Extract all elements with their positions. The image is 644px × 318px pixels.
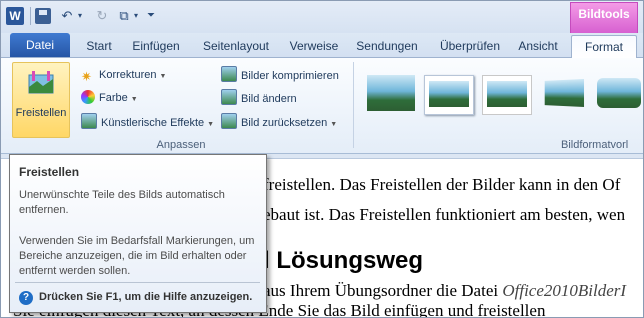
tab-ansicht[interactable]: Ansicht xyxy=(515,35,561,57)
tooltip-help-text: Drücken Sie F1, um die Hilfe anzuzeigen. xyxy=(39,291,253,303)
group-bildformatvorlagen-label: Bildformatvorl xyxy=(561,139,629,151)
ribbon-panel: Freistellen ✷ Korrekturen ▼ Farbe ▼ Künstle… xyxy=(1,58,643,154)
tooltip-description: Verwenden Sie im Bedarfsfall Markierunge… xyxy=(19,235,255,277)
bilder-komprimieren-button[interactable]: Bilder komprimieren xyxy=(221,66,339,84)
tab-sendungen[interactable]: Sendungen xyxy=(351,35,423,57)
document-text-line: aus Ihrem Übungsordner die Datei Office2… xyxy=(263,281,626,301)
chevron-down-icon: ▼ xyxy=(330,121,338,128)
tab-einfuegen[interactable]: Einfügen xyxy=(127,35,185,57)
tab-verweise[interactable]: Verweise xyxy=(285,35,343,57)
picture-style-thumb[interactable] xyxy=(482,75,532,115)
word-window: W ↶ ▾ ↻ ⧉ ▾ ⏷ Bildtools Datei Start Einf… xyxy=(0,0,644,318)
korrekturen-button[interactable]: ✷ Korrekturen ▼ xyxy=(81,66,166,84)
save-icon[interactable] xyxy=(35,8,51,24)
undo-dropdown-icon[interactable]: ▾ xyxy=(76,7,84,25)
tab-format[interactable]: Format xyxy=(571,35,637,59)
remove-background-icon xyxy=(28,71,54,94)
quick-command-icon[interactable]: ⧉ xyxy=(116,7,132,25)
farbe-button[interactable]: Farbe ▼ xyxy=(81,89,138,107)
document-filename: Office2010BilderI xyxy=(502,281,627,300)
freistellen-tooltip: Freistellen Unerwünschte Teile des Bilds… xyxy=(9,154,267,313)
picture-style-thumb[interactable] xyxy=(595,75,643,113)
artistic-effects-icon xyxy=(81,113,97,129)
picture-style-thumb[interactable] xyxy=(367,75,415,113)
sun-icon: ✷ xyxy=(81,69,92,84)
kuenstlerische-effekte-button[interactable]: Künstlerische Effekte ▼ xyxy=(81,113,214,131)
zuruecksetzen-label: Bild zurücksetzen xyxy=(241,117,328,129)
change-picture-icon xyxy=(221,89,237,105)
document-text-span: aus Ihrem Übungsordner die Datei xyxy=(263,281,503,300)
compress-pictures-icon xyxy=(221,66,237,82)
ribbon-tabs: Datei Start Einfügen Seitenlayout Verwei… xyxy=(1,33,643,59)
chevron-down-icon: ▼ xyxy=(207,121,215,128)
help-icon: ? xyxy=(19,291,33,305)
redo-icon[interactable]: ↻ xyxy=(95,7,109,25)
tooltip-separator xyxy=(15,282,260,283)
color-palette-icon xyxy=(81,90,95,104)
tab-datei[interactable]: Datei xyxy=(10,33,70,57)
word-app-icon[interactable]: W xyxy=(6,7,24,25)
freistellen-button[interactable]: Freistellen xyxy=(12,62,70,138)
picture-style-thumb[interactable] xyxy=(424,75,474,115)
tab-seitenlayout[interactable]: Seitenlayout xyxy=(195,35,277,57)
reset-picture-icon xyxy=(221,113,237,129)
tooltip-title: Freistellen xyxy=(19,165,80,179)
komprimieren-label: Bilder komprimieren xyxy=(241,70,339,82)
picture-tools-context-tab: Bildtools xyxy=(570,2,638,34)
chevron-down-icon: ▼ xyxy=(130,96,138,103)
picture-style-thumb[interactable] xyxy=(539,75,587,113)
kuenstlerische-label: Künstlerische Effekte xyxy=(101,117,205,129)
freistellen-label: Freistellen xyxy=(15,107,67,119)
quick-access-toolbar: W ↶ ▾ ↻ ⧉ ▾ ⏷ Bildtools xyxy=(1,1,643,34)
document-heading: l Lösungsweg xyxy=(263,247,424,274)
tab-ueberpruefen[interactable]: Überprüfen xyxy=(433,35,507,57)
customize-qat-icon[interactable]: ⏷ xyxy=(145,7,157,25)
undo-icon[interactable]: ↶ xyxy=(59,7,75,25)
document-text-line: ebaut ist. Das Freistellen funktioniert … xyxy=(263,205,626,224)
bild-aendern-button[interactable]: Bild ändern xyxy=(221,89,297,107)
group-anpassen-label: Anpassen xyxy=(156,139,206,151)
farbe-label: Farbe xyxy=(99,92,128,104)
quick-command-dropdown-icon[interactable]: ▾ xyxy=(132,7,140,25)
document-text-line: freistellen. Das Freistellen der Bilder … xyxy=(263,175,621,194)
tooltip-description: Unerwünschte Teile des Bilds automatisch… xyxy=(19,189,225,216)
chevron-down-icon: ▼ xyxy=(159,73,167,80)
bild-zuruecksetzen-button[interactable]: Bild zurücksetzen ▼ xyxy=(221,113,337,131)
tab-start[interactable]: Start xyxy=(79,35,119,57)
group-separator xyxy=(353,62,354,148)
korrekturen-label: Korrekturen xyxy=(99,69,157,81)
aendern-label: Bild ändern xyxy=(241,93,297,105)
qat-separator xyxy=(30,7,31,25)
